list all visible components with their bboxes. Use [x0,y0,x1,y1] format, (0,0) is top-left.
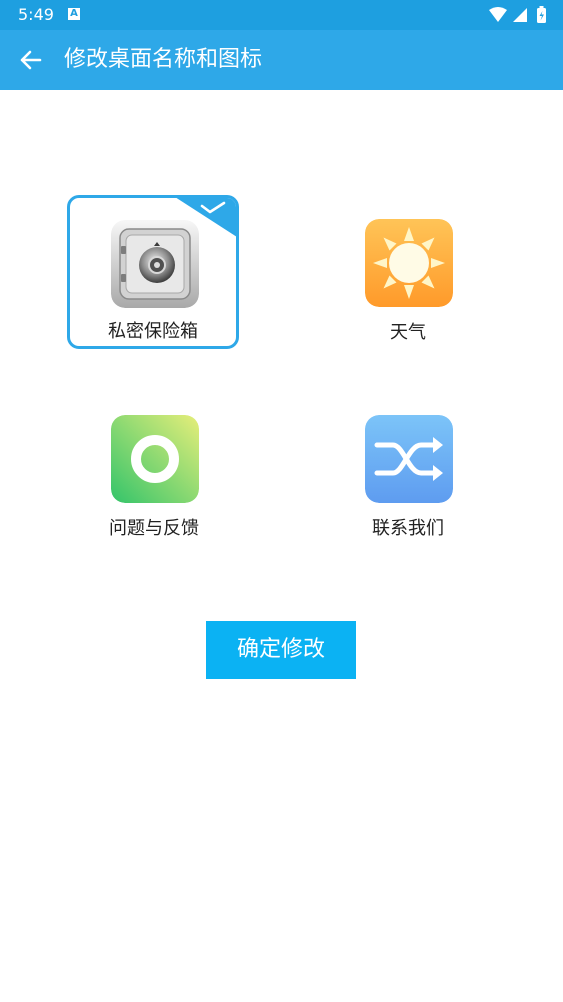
icon-label-feedback: 问题与反馈 [109,518,199,539]
notification-a-icon: A [68,8,80,20]
sun-icon [365,219,453,307]
status-bar: 5:49 A [0,0,563,30]
wifi-icon [489,7,507,22]
icon-option-safe[interactable]: 私密保险箱 [67,195,239,349]
battery-icon [537,6,546,23]
shuffle-icon [365,415,453,503]
arrow-left-icon [20,50,42,70]
icon-option-feedback[interactable]: 问题与反馈 [68,391,240,545]
back-button[interactable] [14,45,48,75]
signal-icon [513,8,527,22]
status-icons [489,6,546,23]
icon-option-contact[interactable]: 联系我们 [322,391,494,545]
icon-label-weather: 天气 [390,322,426,343]
icon-label-safe: 私密保险箱 [108,321,198,342]
page-title: 修改桌面名称和图标 [64,47,263,72]
icon-option-weather[interactable]: 天气 [322,195,494,349]
safe-icon [111,220,199,308]
icon-label-contact: 联系我们 [372,518,444,539]
status-time: 5:49 [18,5,54,24]
app-bar: 修改桌面名称和图标 [0,30,563,90]
confirm-button[interactable]: 确定修改 [206,621,356,679]
ring-icon [111,415,199,503]
